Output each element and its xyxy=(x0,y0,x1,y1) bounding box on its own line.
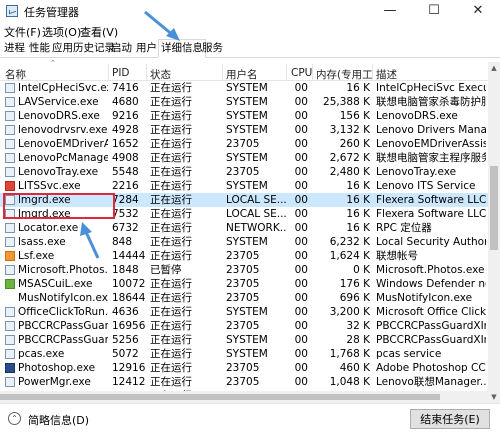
annotation-arrow-row xyxy=(84,231,100,259)
annotation-arrow-row-head xyxy=(80,222,92,236)
annotation-arrows xyxy=(80,10,180,259)
